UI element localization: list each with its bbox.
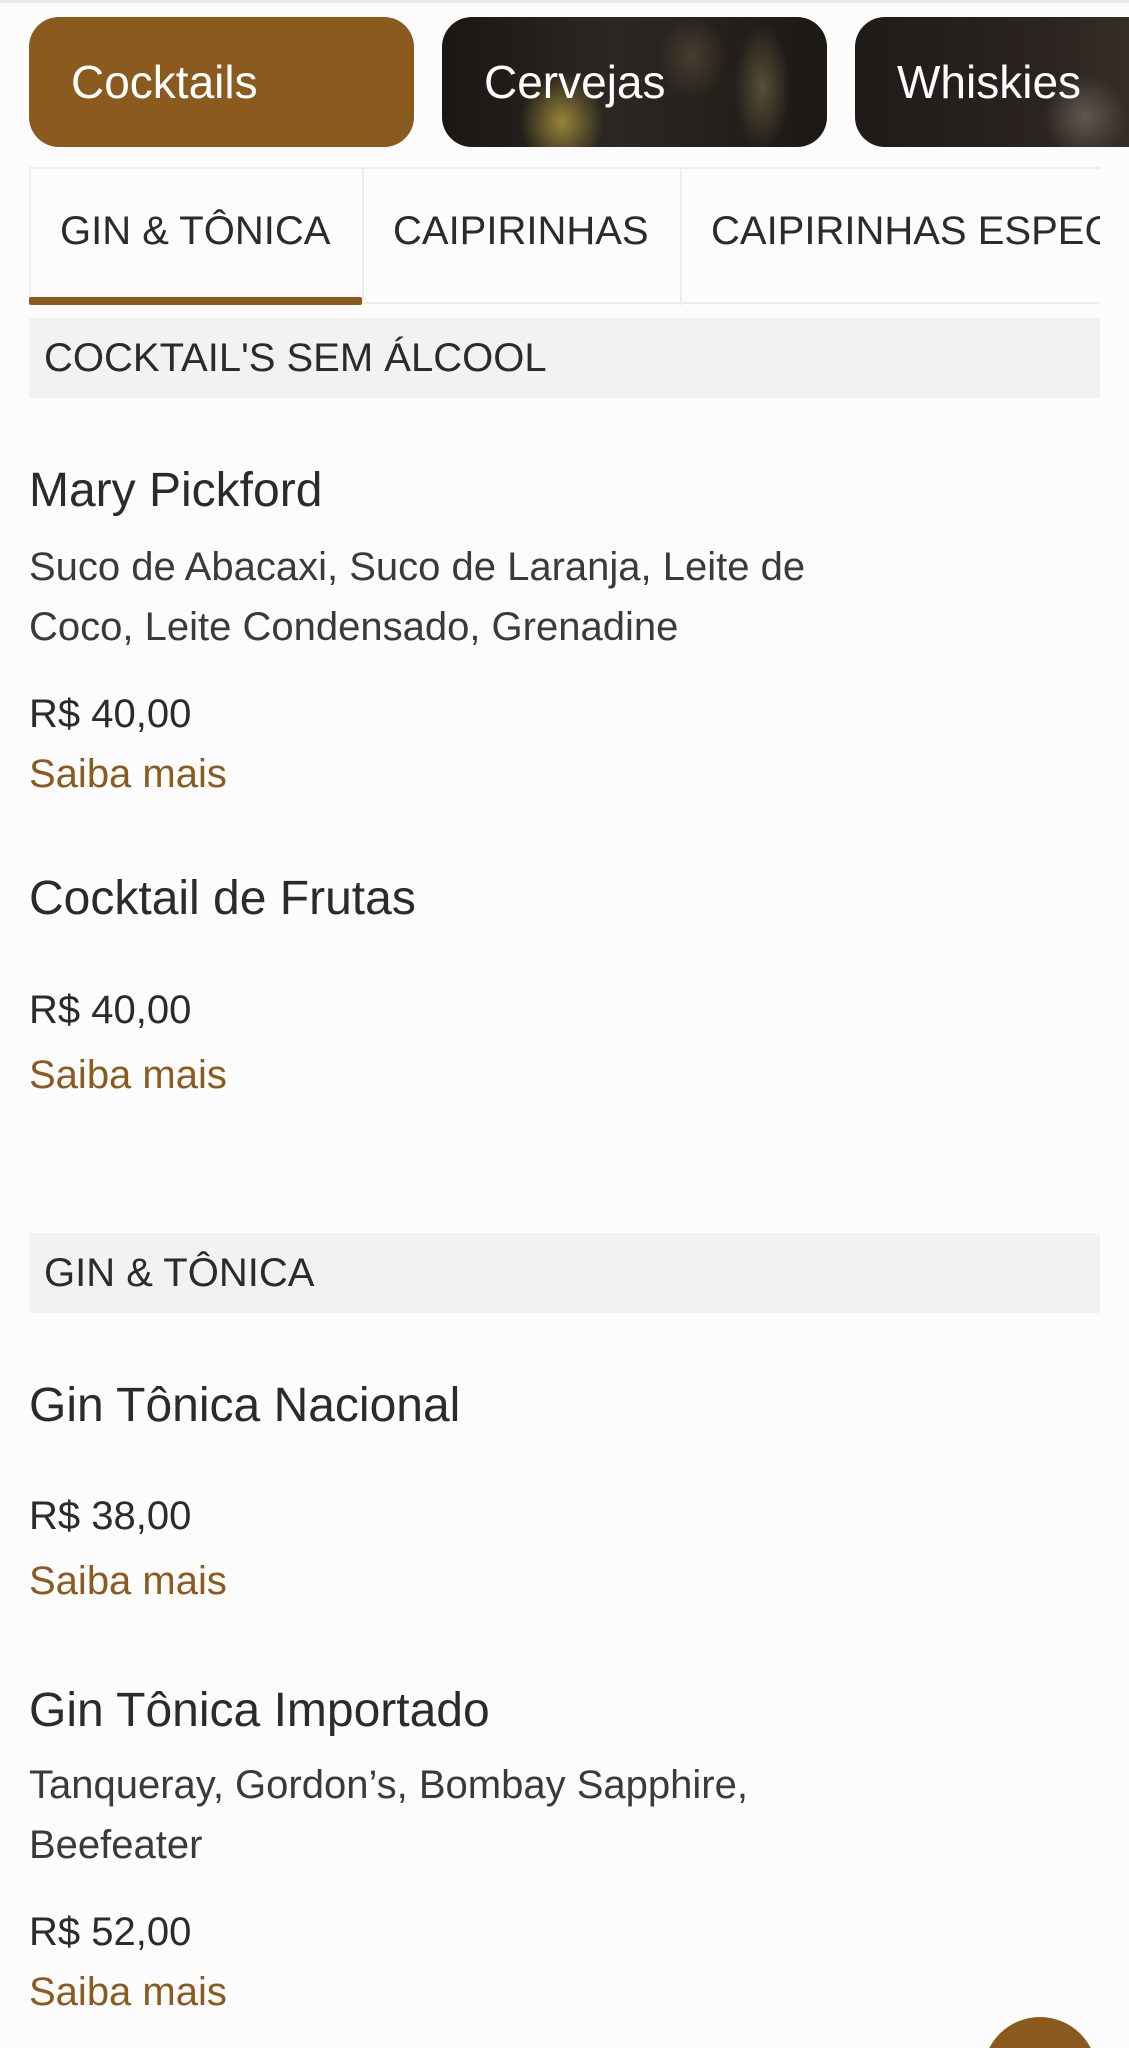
floating-action-button[interactable]: [983, 2017, 1097, 2048]
item-price: R$ 40,00: [29, 988, 192, 1032]
section-header: COCKTAIL'S SEM ÁLCOOL: [29, 318, 1100, 398]
item-name[interactable]: Mary Pickford: [29, 463, 322, 518]
item-name[interactable]: Cocktail de Frutas: [29, 871, 416, 926]
saiba-mais-link[interactable]: Saiba mais: [29, 1053, 227, 1098]
active-tab-indicator: [29, 297, 362, 305]
subcategory-tabs: GIN & TÔNICA CAIPIRINHAS CAIPIRINHAS ESP…: [29, 167, 1100, 305]
category-bar: Cocktails Cervejas Whiskies: [0, 17, 1129, 147]
saiba-mais-link[interactable]: Saiba mais: [29, 1559, 227, 1604]
tabs-divider: [362, 302, 1100, 304]
tab-caipirinhas[interactable]: CAIPIRINHAS: [364, 169, 682, 305]
category-label: Cocktails: [71, 56, 258, 108]
section-header: GIN & TÔNICA: [29, 1233, 1100, 1313]
item-description-line: Suco de Abacaxi, Suco de Laranja, Leite …: [29, 545, 806, 589]
item-price: R$ 38,00: [29, 1494, 192, 1538]
item-price: R$ 52,00: [29, 1910, 192, 1954]
item-price: R$ 40,00: [29, 692, 192, 736]
tab-gin-tonica[interactable]: GIN & TÔNICA: [31, 169, 364, 305]
category-cocktails[interactable]: Cocktails: [29, 17, 414, 147]
top-divider: [0, 0, 1129, 3]
item-description: Suco de Abacaxi, Suco de Laranja, Leite …: [29, 537, 849, 657]
category-cervejas[interactable]: Cervejas: [442, 17, 827, 147]
saiba-mais-link[interactable]: Saiba mais: [29, 1970, 227, 2015]
category-whiskies[interactable]: Whiskies: [855, 17, 1129, 147]
saiba-mais-link[interactable]: Saiba mais: [29, 752, 227, 797]
item-description: Tanqueray, Gordon’s, Bombay Sapphire, Be…: [29, 1755, 849, 1875]
category-label: Whiskies: [897, 56, 1082, 108]
item-name[interactable]: Gin Tônica Importado: [29, 1683, 490, 1738]
category-label: Cervejas: [484, 56, 666, 108]
item-description-line: Beefeater: [29, 1823, 203, 1867]
tab-caipirinhas-especiais[interactable]: CAIPIRINHAS ESPECI: [682, 169, 1100, 305]
item-name[interactable]: Gin Tônica Nacional: [29, 1378, 460, 1433]
item-description-line: Tanqueray, Gordon’s, Bombay Sapphire,: [29, 1763, 748, 1807]
item-description-line: Coco, Leite Condensado, Grenadine: [29, 605, 679, 649]
